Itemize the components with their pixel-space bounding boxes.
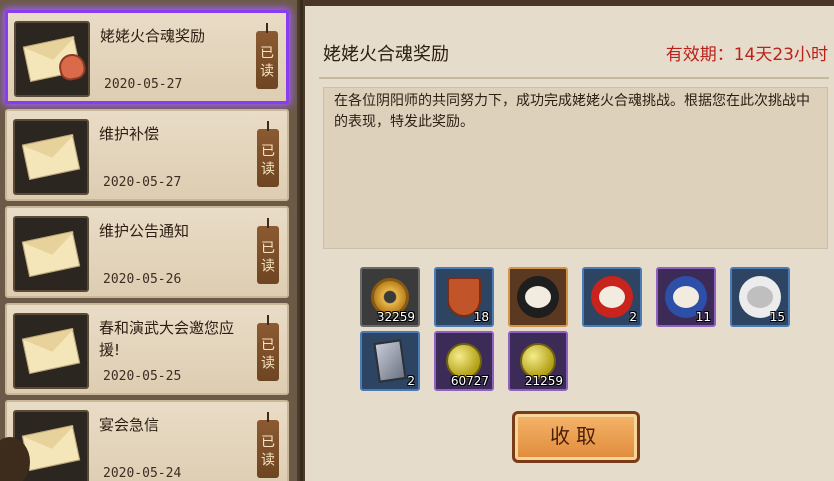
reward-item[interactable]: 2 [360,331,420,391]
envelope-icon [21,230,81,278]
reward-item[interactable]: 11 [656,267,716,327]
gift-bag-icon [56,51,88,83]
claim-button[interactable]: 收取 [512,411,640,463]
mail-title: 宴会急信 [99,416,160,434]
read-tag: 已读 [257,315,279,381]
reward-item[interactable]: 32259 [360,267,420,327]
mail-date: 2020-05-26 [103,272,182,287]
mail-date: 2020-05-24 [103,466,182,481]
mail-item[interactable]: 维护补偿 2020-05-27 已读 [5,109,289,201]
mail-title: 姥姥火合魂奖励 [100,27,206,45]
card-icon [373,339,407,383]
expiry-label: 有效期：14天23小时 [665,45,828,65]
reward-quantity: 11 [695,310,711,324]
reward-item[interactable] [508,267,568,327]
daruma-face [747,286,773,308]
mail-item[interactable]: 春和演武大会邀您应援! 2020-05-25 已读 [5,303,289,395]
mail-item[interactable]: 维护公告通知 2020-05-26 已读 [5,206,289,298]
mail-date: 2020-05-27 [104,77,183,92]
mail-detail-panel: 姥姥火合魂奖励 有效期：14天23小时 在各位阴阳师的共同努力下，成功完成姥姥火… [303,0,834,481]
mail-list-panel: 姥姥火合魂奖励 2020-05-27 已读 维护补偿 2020-05-27 已读… [0,0,300,481]
mail-thumbnail [13,313,89,389]
mail-item[interactable]: 姥姥火合魂奖励 2020-05-27 已读 [5,10,289,104]
reward-item[interactable]: 18 [434,267,494,327]
envelope-icon [22,35,88,83]
mail-date: 2020-05-27 [103,175,182,190]
reward-quantity: 32259 [376,310,415,324]
mail-thumbnail [14,21,90,97]
read-tag: 已读 [257,412,279,478]
read-tag: 已读 [256,23,278,89]
mail-body: 在各位阴阳师的共同努力下，成功完成姥姥火合魂挑战。根据您在此次挑战中的表现，特发… [323,87,828,249]
reward-item[interactable]: 15 [730,267,790,327]
mail-title: 春和演武大会邀您应援! [99,319,235,359]
envelope-icon [21,424,81,472]
daruma-face [599,286,625,308]
reward-quantity: 60727 [450,374,489,388]
divider [319,77,829,79]
top-strip [305,0,834,6]
envelope-icon [21,327,81,375]
black-daruma-icon [517,276,559,318]
reward-item[interactable]: 60727 [434,331,494,391]
mail-thumbnail [13,119,89,195]
mail-list: 姥姥火合魂奖励 2020-05-27 已读 维护补偿 2020-05-27 已读… [5,10,297,481]
mail-item[interactable]: 宴会急信 2020-05-24 已读 [5,400,289,481]
reward-quantity: 21259 [524,374,563,388]
read-tag: 已读 [257,121,279,187]
reward-item[interactable]: 21259 [508,331,568,391]
mail-detail-title: 姥姥火合魂奖励 [323,44,449,65]
mail-title: 维护公告通知 [99,222,190,240]
daruma-face [525,286,551,308]
reward-item[interactable]: 2 [582,267,642,327]
mail-thumbnail [13,216,89,292]
daruma-face [673,286,699,308]
reward-quantity: 15 [769,310,785,324]
reward-quantity: 18 [473,310,489,324]
mail-title: 维护补偿 [99,125,160,143]
mail-date: 2020-05-25 [103,369,182,384]
envelope-icon [21,133,81,181]
reward-quantity: 2 [629,310,637,324]
read-tag: 已读 [257,218,279,284]
red-daruma-icon [591,276,633,318]
reward-quantity: 2 [407,374,415,388]
